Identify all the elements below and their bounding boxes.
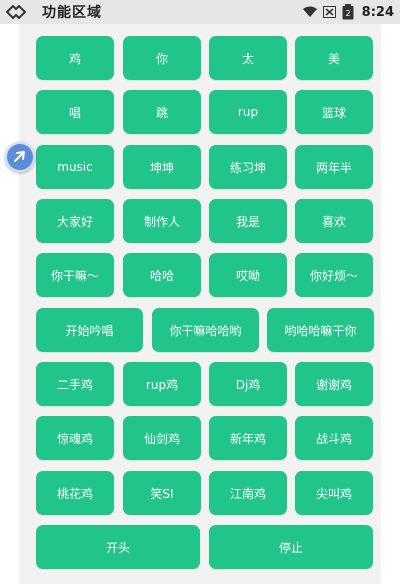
sound-button[interactable]: 你好烦～ — [295, 253, 373, 297]
sound-button[interactable]: 喜欢 — [295, 199, 373, 243]
sound-button[interactable]: 笑SI — [123, 471, 201, 515]
sound-button[interactable]: 你干嘛～ — [36, 253, 114, 297]
sound-button[interactable]: 鸡 — [36, 36, 114, 80]
sound-button[interactable]: 篮球 — [295, 90, 373, 134]
sound-button[interactable]: 谢谢鸡 — [295, 362, 373, 406]
sound-button[interactable]: 唱 — [36, 90, 114, 134]
svg-text:2: 2 — [345, 9, 350, 18]
wifi-icon — [302, 6, 317, 18]
sound-button[interactable]: 哈哈 — [123, 253, 201, 297]
sound-button[interactable]: 仙剑鸡 — [123, 416, 201, 460]
app-logo-icon — [6, 3, 28, 21]
sound-button[interactable]: rup鸡 — [123, 362, 201, 406]
stop-button[interactable]: 停止 — [209, 525, 373, 569]
floating-handle-icon[interactable] — [5, 142, 35, 172]
sound-button[interactable]: 大家好 — [36, 199, 114, 243]
sound-button[interactable]: 跳 — [123, 90, 201, 134]
sound-button[interactable]: 你 — [123, 36, 201, 80]
start-button[interactable]: 开头 — [36, 525, 200, 569]
sound-button[interactable]: 二手鸡 — [36, 362, 114, 406]
sound-button[interactable]: 我是 — [209, 199, 287, 243]
battery-icon: 2 — [342, 4, 354, 20]
sound-button[interactable]: 江南鸡 — [209, 471, 287, 515]
sound-button[interactable]: 两年半 — [295, 145, 373, 189]
sound-button[interactable]: 练习坤 — [209, 145, 287, 189]
sound-button[interactable]: 坤坤 — [123, 145, 201, 189]
sound-button[interactable]: 新年鸡 — [209, 416, 287, 460]
sound-button[interactable]: Dj鸡 — [209, 362, 287, 406]
page-title: 功能区域 — [42, 5, 102, 21]
signal-blocked-icon — [322, 6, 336, 18]
status-bar: 功能区域 2 8:24 — [0, 0, 400, 24]
sound-button[interactable]: 制作人 — [123, 199, 201, 243]
sound-button[interactable]: rup — [209, 90, 287, 134]
sound-button[interactable]: 惊魂鸡 — [36, 416, 114, 460]
sound-button[interactable]: 美 — [295, 36, 373, 80]
sound-button[interactable]: 太 — [209, 36, 287, 80]
sound-button[interactable]: music — [36, 145, 114, 189]
sound-button[interactable]: 哎呦 — [209, 253, 287, 297]
sound-button[interactable]: 桃花鸡 — [36, 471, 114, 515]
clock: 8:24 — [361, 4, 394, 20]
sound-button[interactable]: 尖叫鸡 — [295, 471, 373, 515]
sound-button[interactable]: 你干嘛哈哈哟 — [152, 308, 259, 352]
sound-button[interactable]: 开始吟唱 — [36, 308, 143, 352]
sound-button[interactable]: 哟哈哈嘛干你 — [267, 308, 374, 352]
sound-button[interactable]: 战斗鸡 — [295, 416, 373, 460]
